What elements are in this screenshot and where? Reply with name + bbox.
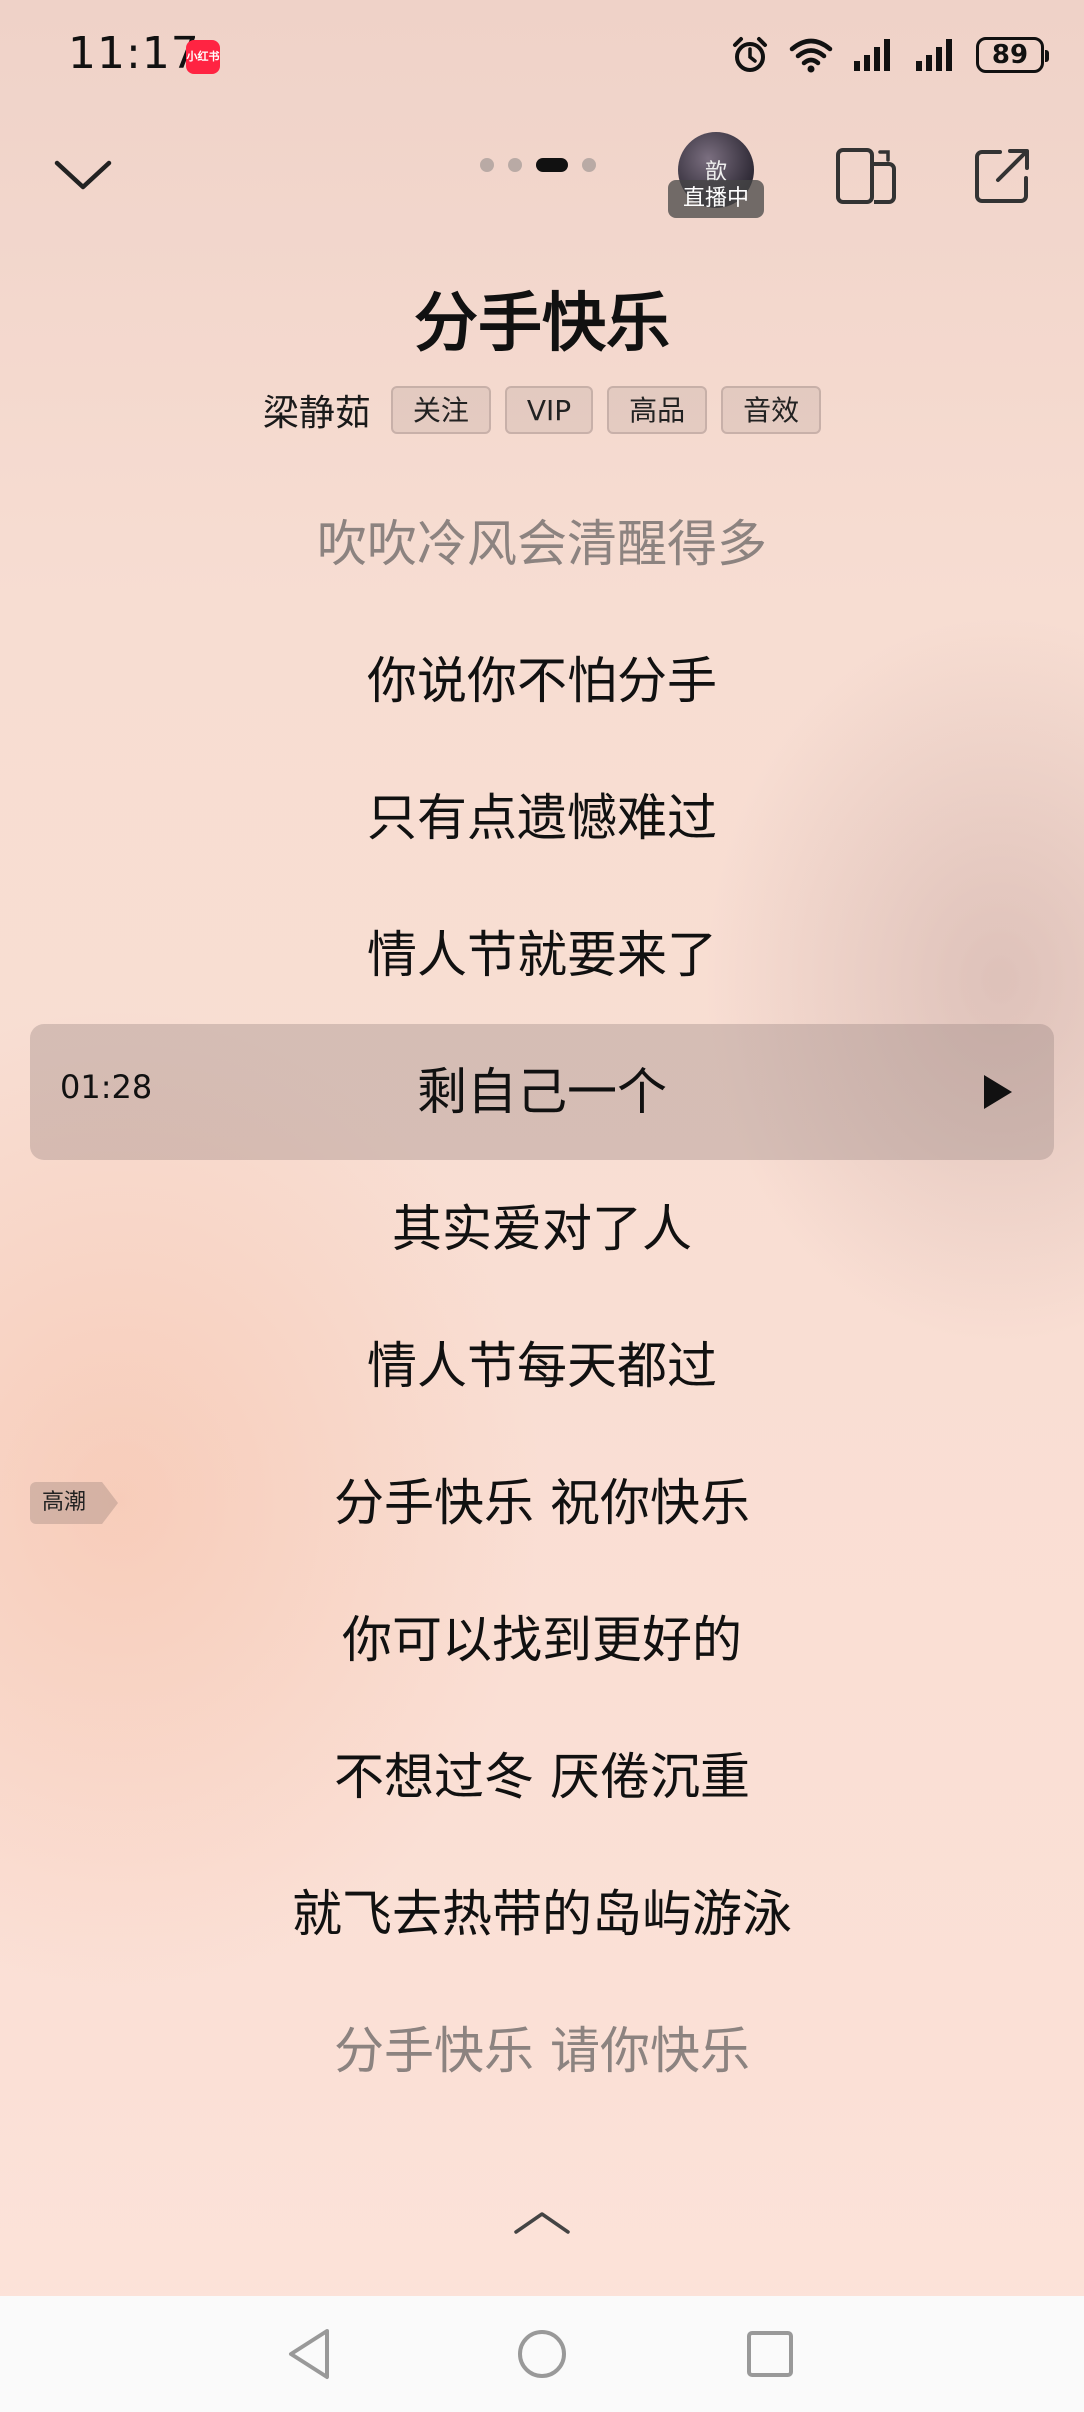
nav-recents-button[interactable]	[738, 2322, 802, 2386]
wifi-icon	[789, 38, 833, 73]
device-switch-icon	[836, 148, 896, 204]
share-button[interactable]	[966, 140, 1038, 212]
expand-up-button[interactable]	[512, 2202, 572, 2242]
screen-cast-button[interactable]	[830, 140, 902, 212]
lyric-line[interactable]: 不想过冬 厌倦沉重	[0, 1737, 1084, 1817]
sound-effect-tag[interactable]: 音效	[721, 386, 822, 434]
lyric-line[interactable]: 你说你不怕分手	[0, 641, 1084, 721]
follow-button[interactable]: 关注	[390, 386, 491, 434]
alarm-icon	[733, 37, 767, 72]
signal-icon	[854, 39, 890, 71]
status-time: 11:17	[68, 28, 200, 79]
chevron-down-icon	[54, 160, 112, 190]
system-nav-bar	[0, 2296, 1084, 2412]
app-notification-icon: 小红书	[186, 40, 220, 74]
chevron-up-icon	[514, 2212, 570, 2234]
page-dot[interactable]	[480, 158, 494, 172]
song-title: 分手快乐	[414, 287, 670, 361]
page-dot[interactable]	[508, 158, 522, 172]
status-bar: 11:17 小红书 89	[0, 0, 1084, 110]
lyric-line[interactable]: 分手快乐 祝你快乐	[0, 1463, 1084, 1543]
page-dot[interactable]	[582, 158, 596, 172]
lyric-line[interactable]: 只有点遗憾难过	[0, 778, 1084, 858]
lyric-line[interactable]: 其实爱对了人	[0, 1189, 1084, 1269]
nav-back-button[interactable]	[278, 2322, 342, 2386]
home-circle-icon	[518, 2330, 566, 2378]
lyric-line[interactable]: 你可以找到更好的	[0, 1600, 1084, 1680]
status-icons: 89	[730, 30, 1049, 80]
lyric-line[interactable]: 吹吹冷风会清醒得多	[0, 504, 1084, 584]
lyric-line[interactable]: 情人节就要来了	[0, 915, 1084, 995]
lyric-line-current[interactable]: 剩自己一个	[0, 1052, 1084, 1132]
page-dot-active[interactable]	[536, 158, 568, 172]
nav-home-button[interactable]	[510, 2322, 574, 2386]
page-indicator[interactable]	[480, 158, 596, 172]
quality-tag[interactable]: 高品	[607, 386, 708, 434]
lyric-line[interactable]: 就飞去热带的岛屿游泳	[0, 1874, 1084, 1954]
song-meta: 梁静茹 关注 VIP 高品 音效	[0, 384, 1084, 436]
vip-tag[interactable]: VIP	[504, 386, 594, 434]
battery-indicator: 89	[976, 37, 1049, 73]
share-icon	[975, 149, 1029, 203]
back-triangle-icon	[289, 2329, 329, 2379]
artist-name[interactable]: 梁静茹	[263, 384, 371, 436]
lyric-line[interactable]: 分手快乐 请你快乐	[0, 2011, 1084, 2091]
live-badge[interactable]: 直播中	[668, 180, 764, 218]
recents-square-icon	[747, 2331, 793, 2377]
lyric-line[interactable]: 情人节每天都过	[0, 1326, 1084, 1406]
battery-level: 89	[991, 40, 1029, 70]
signal-icon-2	[916, 39, 952, 71]
collapse-button[interactable]	[48, 145, 118, 205]
